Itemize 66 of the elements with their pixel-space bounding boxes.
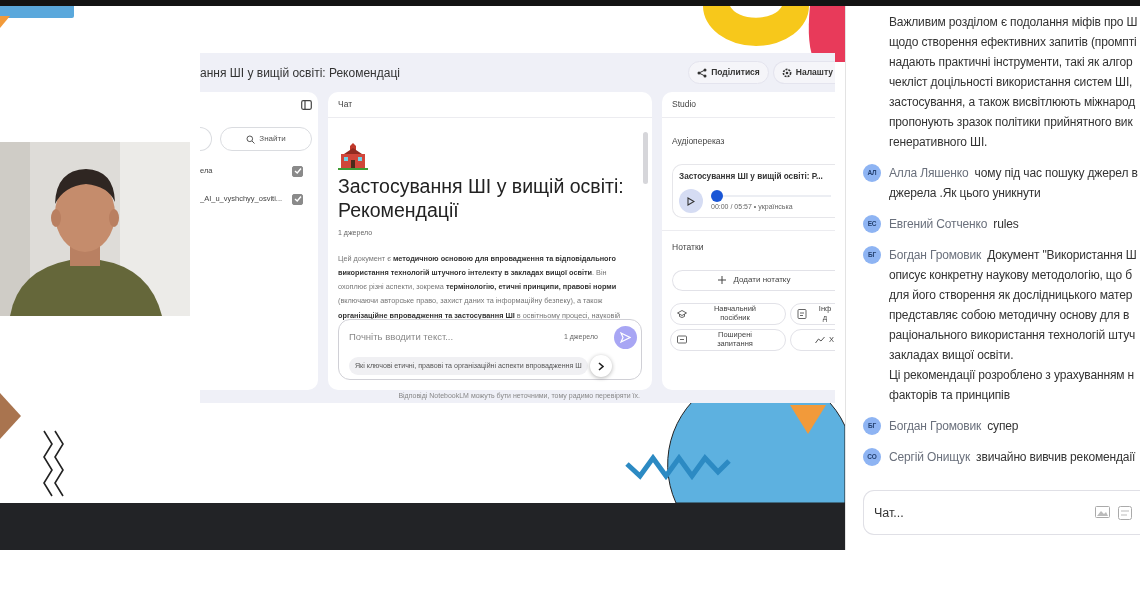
message-text: факторів та принципів	[889, 387, 1010, 404]
panel-title: Studio	[672, 98, 697, 111]
play-icon	[687, 196, 695, 206]
message-text: застосування, а також висвітлюють міжнарод	[889, 94, 1136, 111]
triangle-decoration	[790, 405, 826, 434]
settings-icon	[781, 67, 792, 78]
cap-icon	[677, 308, 687, 319]
chat-input-bar[interactable]: Чат...	[863, 490, 1140, 535]
send-button[interactable]	[614, 326, 637, 349]
message-text: генеративного ШІ.	[889, 134, 988, 151]
share-button[interactable]: Поділитися	[688, 61, 769, 84]
panel-toggle-icon[interactable]	[301, 100, 312, 110]
author-name: Богдан Громовик	[889, 418, 982, 435]
diamond-decoration	[0, 393, 21, 439]
message-text: раціонального використання технологій штуч	[889, 327, 1136, 344]
settings-button[interactable]: Налашту	[772, 61, 835, 84]
gif-icon[interactable]	[1118, 505, 1132, 520]
trend-icon	[815, 334, 825, 345]
section-title: Нотатки	[672, 241, 705, 254]
chevron-icon	[596, 361, 605, 371]
message-text: Важливим розділом є подолання міфів про Ш	[889, 14, 1138, 31]
author-name: Сергій Онищук	[889, 449, 971, 466]
message-text: для його створення як дослідницького матер	[889, 287, 1133, 304]
school-icon	[338, 142, 368, 170]
triangle-decoration	[0, 16, 10, 28]
section-title: Аудіопереказ	[672, 135, 726, 148]
message-text: щодо створення ефективних запитів (промпті	[889, 34, 1137, 51]
chat-title: Застосування ШІ у вищій освіті: Рекомендації	[338, 174, 625, 222]
author-name: Алла Ляшенко	[889, 165, 969, 182]
add-note-button[interactable]: Додати нотатку	[672, 269, 835, 291]
message-text: супер	[987, 418, 1019, 435]
message-icon	[677, 334, 687, 345]
input-field[interactable]: Чат...	[874, 501, 1024, 524]
message-text: rules	[993, 216, 1019, 233]
plus-icon	[717, 276, 726, 285]
image-icon[interactable]	[1095, 505, 1110, 518]
checkbox[interactable]	[292, 165, 303, 177]
next-button[interactable]	[589, 355, 612, 377]
share-icon	[697, 67, 708, 78]
message-text: пропонують зразок політики прийнятного вик	[889, 114, 1133, 131]
message-text: Документ "Використання Ш	[987, 247, 1137, 264]
zigzag-decoration	[54, 430, 64, 497]
message-text: закладах вищої освіти.	[889, 347, 1014, 364]
document-icon	[797, 308, 807, 319]
slider-thumb[interactable]	[711, 189, 723, 202]
play-button[interactable]	[679, 189, 703, 214]
window-title: ання ШІ у вищій освіті: Рекомендаці	[200, 64, 400, 82]
search-icon	[246, 134, 256, 144]
message-text: чому під час пошуку джерел в	[974, 165, 1138, 182]
message-text: звичайно вивчив рекомендаії	[976, 449, 1136, 466]
checkbox[interactable]	[292, 193, 303, 205]
author-name: Богдан Громовик	[889, 247, 982, 264]
search-button[interactable]: Знайти	[220, 127, 312, 151]
message-text: описує конкретну наукову методологію, що б	[889, 267, 1132, 284]
message-text: чекліст доцільності використання систем ШІ,	[889, 74, 1133, 91]
message-text: джерела .Як цього уникнути	[889, 185, 1041, 202]
zigzag-decoration	[43, 430, 53, 497]
panel-title: Чат	[338, 98, 353, 111]
message-text: Ці рекомендації розроблено з урахуванням н	[889, 367, 1135, 384]
scrollbar[interactable]	[643, 132, 648, 184]
send-icon	[620, 332, 631, 343]
message-text: представляє собою методичну основу для в	[889, 307, 1130, 324]
input-field[interactable]: Почніть вводити текст...	[349, 330, 549, 345]
message-text: надають практичні інструменти, такі як алгор	[889, 54, 1133, 71]
author-name: Евгений Сотченко	[889, 216, 988, 233]
audio-title: Застосування ШІ у вищій освіті: Р...	[679, 170, 824, 183]
